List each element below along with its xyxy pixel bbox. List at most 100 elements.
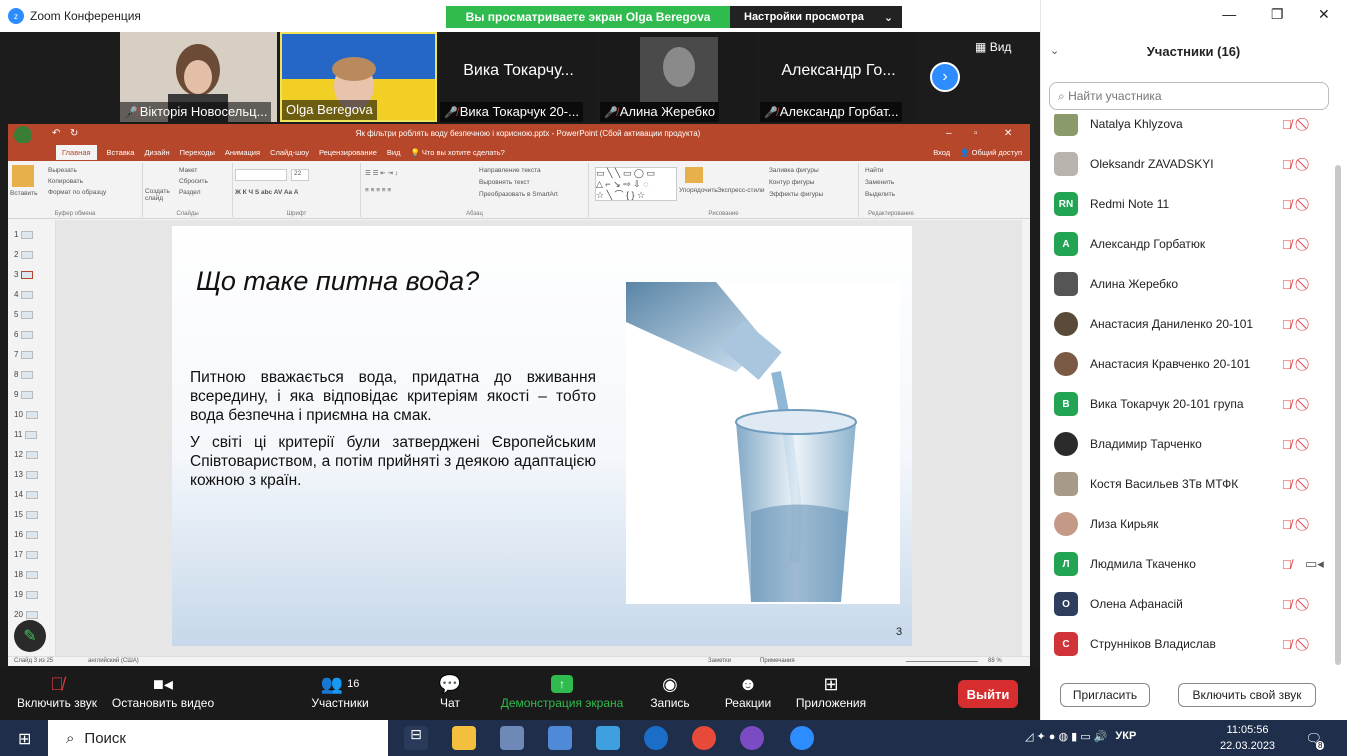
taskbar-search[interactable]: ⌕ Поиск: [48, 720, 388, 756]
text-direction-button[interactable]: Направление текста: [479, 167, 541, 174]
maximize-icon[interactable]: ▫: [974, 128, 978, 139]
annotate-pen-icon[interactable]: ✎: [14, 620, 46, 652]
tab-view[interactable]: Вид: [387, 148, 401, 157]
copy-button[interactable]: Копировать: [48, 178, 83, 185]
slide-thumb[interactable]: 13: [14, 470, 38, 479]
participant-row[interactable]: Natalya Khlyzova 🎙̸⃠: [1040, 114, 1334, 144]
shape-effects-button[interactable]: Эффекты фигуры: [769, 191, 823, 198]
tray-icons[interactable]: ◿ ✦ ● ◍ ▮ ▭ 🔊: [1025, 730, 1107, 743]
slide-thumb-current[interactable]: 3: [14, 270, 34, 279]
format-painter-button[interactable]: Формат по образцу: [48, 189, 106, 196]
sign-in-link[interactable]: Вход: [933, 148, 950, 157]
chat-button[interactable]: 💬 Чат: [430, 672, 470, 711]
slide-thumb[interactable]: 15: [14, 510, 38, 519]
apps-button[interactable]: ⊞ Приложения: [792, 672, 870, 711]
tab-home[interactable]: Главная: [56, 144, 97, 160]
slide-thumb[interactable]: 10: [14, 410, 38, 419]
slide-thumb[interactable]: 4: [14, 290, 34, 299]
smartart-button[interactable]: Преобразовать в SmartArt: [479, 191, 558, 198]
participant-row[interactable]: Лиза Кирьяк 🎙̸⃠: [1040, 504, 1334, 544]
video-tile[interactable]: 🎤̸ Алина Жеребко: [600, 32, 757, 122]
unmute-button[interactable]: 🎙̸ Включить звук: [14, 672, 100, 711]
participant-row[interactable]: Анастасия Кравченко 20-101 🎙̸⃠: [1040, 344, 1334, 384]
shape-fill-button[interactable]: Заливка фигуры: [769, 167, 819, 174]
participant-row[interactable]: С Струнніков Владислав 🎙̸⃠: [1040, 624, 1334, 664]
app-icon[interactable]: [500, 726, 524, 750]
participant-row[interactable]: Владимир Тарченко 🎙̸⃠: [1040, 424, 1334, 464]
slide-thumb[interactable]: 2: [14, 250, 34, 259]
layout-button[interactable]: Макет: [179, 167, 197, 174]
redo-icon[interactable]: ↻: [70, 128, 78, 139]
comments-button[interactable]: Примечания: [760, 658, 795, 664]
viber-icon[interactable]: [740, 726, 764, 750]
slide-thumb[interactable]: 16: [14, 530, 38, 539]
arrange-button[interactable]: Упорядочить: [679, 187, 718, 194]
record-button[interactable]: ◉ Запись: [648, 672, 692, 711]
share-button[interactable]: 👤 Общий доступ: [960, 148, 1022, 157]
close-icon[interactable]: ✕: [1318, 6, 1330, 23]
slide-thumb[interactable]: 1: [14, 230, 34, 239]
leave-button[interactable]: Выйти: [958, 680, 1018, 708]
find-button[interactable]: Найти: [865, 167, 884, 174]
tell-me-search[interactable]: 💡 Что вы хотите сделать?: [410, 148, 504, 157]
cut-button[interactable]: Вырезать: [48, 167, 77, 174]
zoom-app-icon[interactable]: [790, 726, 814, 750]
unmute-self-button[interactable]: Включить свой звук: [1178, 683, 1316, 707]
notes-button[interactable]: Заметки: [708, 658, 731, 664]
slide-thumb[interactable]: 9: [14, 390, 34, 399]
participant-row[interactable]: Анастасия Даниленко 20-101 🎙̸⃠: [1040, 304, 1334, 344]
app-icon[interactable]: [644, 726, 668, 750]
view-settings-button[interactable]: Настройки просмотра ⌄: [730, 6, 902, 28]
replace-button[interactable]: Заменить: [865, 179, 894, 186]
system-clock[interactable]: 11:05:56 22.03.2023: [1220, 722, 1275, 754]
slide-thumb[interactable]: 14: [14, 490, 38, 499]
minimize-icon[interactable]: –: [946, 128, 952, 139]
font-family-select[interactable]: [235, 169, 287, 181]
video-tile[interactable]: Вика Токарчу... 🎤̸ Вика Токарчук 20-...: [440, 32, 597, 122]
participant-row[interactable]: О Олена Афанасій 🎙̸⃠: [1040, 584, 1334, 624]
tab-transitions[interactable]: Переходы: [180, 148, 215, 157]
font-size-select[interactable]: 22: [291, 169, 309, 181]
minimize-icon[interactable]: —: [1222, 6, 1236, 23]
participant-row[interactable]: Oleksandr ZAVADSKYI 🎙̸⃠: [1040, 144, 1334, 184]
chrome-icon[interactable]: [692, 726, 716, 750]
next-page-arrow-icon[interactable]: ›: [930, 62, 960, 92]
slide-thumb[interactable]: 6: [14, 330, 34, 339]
participant-row[interactable]: Алина Жеребко 🎙̸⃠: [1040, 264, 1334, 304]
participants-scrollbar[interactable]: [1335, 165, 1341, 665]
paste-button[interactable]: Вставить: [10, 190, 38, 197]
task-view-icon[interactable]: ⊟: [404, 726, 428, 750]
tab-animations[interactable]: Анимация: [225, 148, 260, 157]
participant-row[interactable]: Л Людмила Ткаченко 🎙̸ ▭◂: [1040, 544, 1334, 584]
slide-thumb[interactable]: 20: [14, 610, 38, 619]
language-indicator[interactable]: УКР: [1115, 730, 1136, 743]
slide-thumb[interactable]: 18: [14, 570, 38, 579]
share-screen-button[interactable]: ↑ Демонстрация экрана: [498, 672, 626, 710]
reset-button[interactable]: Сбросить: [179, 178, 208, 185]
align-buttons[interactable]: ≡ ≡ ≡ ≡ ≡: [365, 187, 391, 194]
undo-icon[interactable]: ↶: [52, 128, 60, 139]
select-button[interactable]: Выделить: [865, 191, 895, 198]
font-format-buttons[interactable]: Ж К Ч S abc AV Aa A: [235, 189, 298, 196]
shape-outline-button[interactable]: Контур фигуры: [769, 179, 814, 186]
tab-design[interactable]: Дизайн: [144, 148, 169, 157]
windows-start-icon[interactable]: ⊞: [18, 729, 31, 749]
tab-review[interactable]: Рецензирование: [319, 148, 377, 157]
participant-row[interactable]: Костя Васильев 3Тв МТФК 🎙̸⃠: [1040, 464, 1334, 504]
slide-thumb[interactable]: 12: [14, 450, 38, 459]
tab-slideshow[interactable]: Слайд-шоу: [270, 148, 309, 157]
invite-button[interactable]: Пригласить: [1060, 683, 1150, 707]
app-icon[interactable]: [548, 726, 572, 750]
video-tile[interactable]: Александр Го... 🎤̸ Александр Горбат...: [760, 32, 917, 122]
participant-row[interactable]: В Вика Токарчук 20-101 група 🎙̸⃠: [1040, 384, 1334, 424]
video-tile[interactable]: 🎤̸ Вікторія Новосельц...: [120, 32, 277, 122]
slide-thumb[interactable]: 11: [14, 430, 38, 439]
view-layout-button[interactable]: ▦ Вид: [975, 40, 1011, 54]
new-slide-button[interactable]: Создать слайд: [145, 188, 175, 202]
close-icon[interactable]: ✕: [1004, 128, 1012, 139]
shapes-gallery[interactable]: ▭ ╲ ╲ ▭ ◯ ▭ △ ⌐ ↘ ⇨ ⇩ ◌ ☆ ╲ ⌒ { } ☆: [595, 167, 677, 201]
participants-button[interactable]: 👥 16 Участники: [300, 672, 380, 711]
slide-thumb[interactable]: 17: [14, 550, 38, 559]
tab-insert[interactable]: Вставка: [107, 148, 135, 157]
video-tile-active[interactable]: Olga Beregova: [280, 32, 437, 122]
